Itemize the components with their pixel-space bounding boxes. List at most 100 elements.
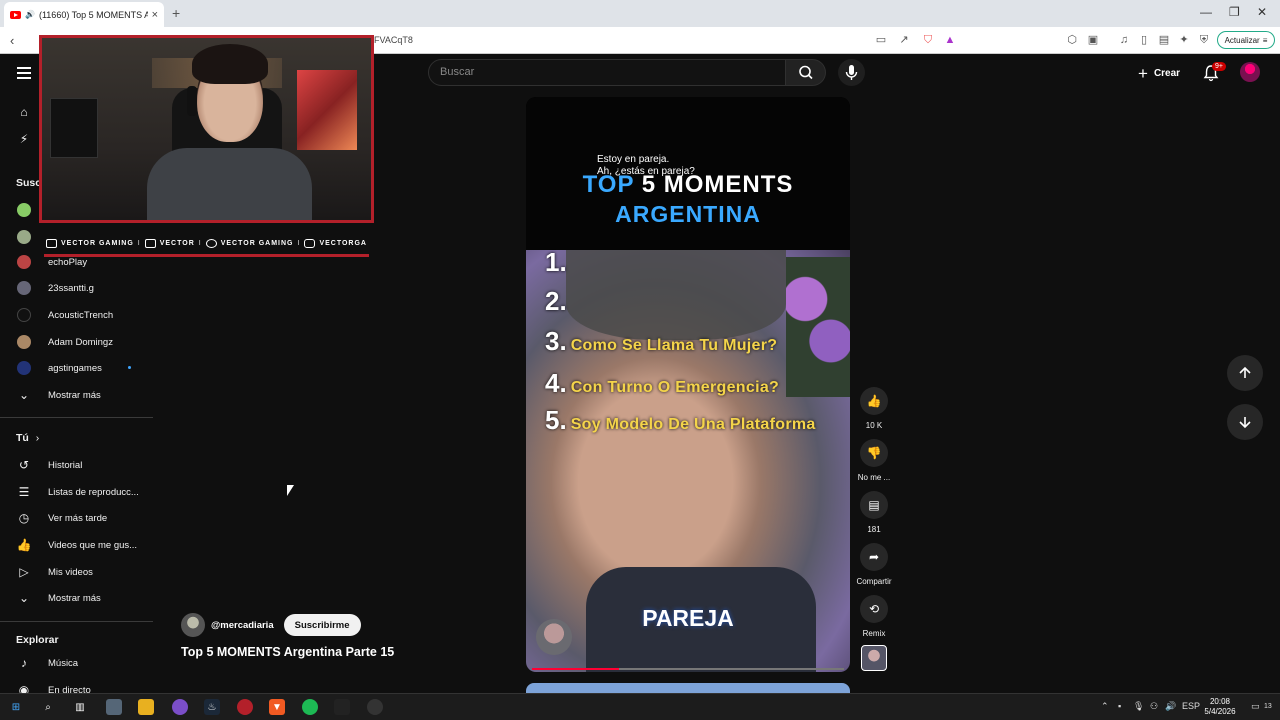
back-icon[interactable]: ‹ — [10, 33, 14, 48]
channel-handle[interactable]: @mercadiaria — [211, 620, 274, 631]
window-close-icon[interactable]: ✕ — [1257, 5, 1267, 19]
channel-avatar[interactable] — [181, 613, 205, 637]
new-tab-button[interactable]: + — [172, 5, 180, 21]
voice-search-button[interactable] — [838, 59, 865, 86]
social-label: VECTORGA — [319, 240, 367, 247]
social-label: VECTOR GAMING — [61, 240, 134, 247]
opera-icon[interactable] — [237, 699, 253, 715]
minimize-icon[interactable]: — — [1200, 5, 1212, 19]
sidebar-channel-adam-domingz[interactable]: Adam Domingz — [0, 330, 155, 354]
leo-icon[interactable]: ✦ — [1177, 33, 1191, 47]
sidebar-item-playlists[interactable]: ☰ Listas de reproducc... — [0, 480, 155, 504]
browser-tab[interactable]: 🔊 (11660) Top 5 MOMENTS Argenti... × — [4, 2, 164, 27]
install-icon[interactable]: ▭ — [874, 33, 888, 47]
url-text[interactable]: FVACqT8 — [374, 35, 413, 45]
notification-badge: 9+ — [1212, 62, 1226, 71]
rank-text: Con Turno O Emergencia? — [570, 379, 780, 396]
sidebar-item-label: Mis videos — [48, 566, 93, 578]
twitch-icon — [144, 239, 156, 248]
extensions-icon[interactable]: ⬡ — [1065, 33, 1079, 47]
arrow-down-icon — [1239, 417, 1251, 429]
shorts-video-player[interactable]: Estoy en pareja. Ah, ¿estás en pareja? T… — [526, 97, 850, 672]
sidebar-item-my-videos[interactable]: ▷ Mis videos — [0, 560, 155, 584]
you-label: Tú — [16, 432, 29, 444]
tray-mic-icon[interactable]: 🎙 — [1133, 701, 1144, 712]
thumbs-up-icon: 👍 — [16, 538, 32, 552]
browser-tab-bar: 🔊 (11660) Top 5 MOMENTS Argenti... × + —… — [0, 0, 1280, 27]
search-input[interactable]: Buscar — [428, 59, 786, 86]
taskbar-clock[interactable]: 20:08 5/4/2026 — [1200, 697, 1240, 717]
sidebar-item-history[interactable]: ↺ Historial — [0, 453, 155, 477]
comments-button[interactable]: ▤ — [860, 491, 888, 519]
share-button[interactable]: ➦ — [860, 543, 888, 571]
vpn-icon[interactable]: ⛨ — [1197, 33, 1211, 47]
steam-icon[interactable]: ♨ — [204, 699, 220, 715]
clock-icon: ◷ — [18, 511, 30, 525]
file-explorer-icon[interactable] — [138, 699, 154, 715]
tray-language[interactable]: ESP — [1182, 701, 1200, 711]
tray-icon[interactable]: ▪ — [1118, 701, 1121, 711]
media-icon[interactable]: ♫ — [1117, 33, 1131, 47]
taskbar-search-icon[interactable]: ⌕ — [40, 699, 56, 715]
sidebar-channel-23ssantti[interactable]: 23ssantti.g — [0, 276, 155, 300]
restore-icon[interactable]: ❐ — [1229, 5, 1240, 19]
chevron-down-icon: ⌄ — [18, 388, 30, 402]
tab-close-icon[interactable]: × — [152, 9, 158, 21]
windows-start-icon[interactable]: ⊞ — [8, 699, 24, 715]
plus-icon: + — [1138, 63, 1148, 83]
sidebar-show-more-you[interactable]: ⌄ Mostrar más — [0, 586, 155, 610]
you-heading[interactable]: Tú › — [16, 432, 39, 444]
sidebar-show-more-subscriptions[interactable]: ⌄ Mostrar más — [0, 383, 155, 407]
github-icon[interactable] — [367, 699, 383, 715]
search-icon — [799, 65, 813, 80]
tray-network-icon[interactable]: ⚇ — [1150, 701, 1158, 712]
channel-avatar — [17, 308, 31, 322]
task-view-icon[interactable]: ▥ — [72, 699, 88, 715]
create-label: Crear — [1153, 67, 1181, 79]
notification-center-icon[interactable]: ▭ — [1251, 701, 1260, 712]
update-button[interactable]: Actualizar ≡ — [1217, 31, 1275, 49]
tray-chevron-icon[interactable]: ⌃ — [1101, 701, 1109, 712]
speaker-icon: 🔊 — [25, 10, 35, 19]
sidebar-item-liked-videos[interactable]: 👍 Videos que me gus... — [0, 533, 155, 557]
share-page-icon[interactable]: ↗ — [897, 33, 911, 47]
account-avatar[interactable] — [1240, 62, 1260, 82]
streamer-body — [147, 148, 312, 220]
obs-icon[interactable] — [172, 699, 188, 715]
sound-source-avatar[interactable] — [861, 645, 887, 671]
clock-time: 20:08 — [1209, 697, 1231, 706]
channel-label: echoPlay — [48, 256, 88, 268]
sidebar-item-watch-later[interactable]: ◷ Ver más tarde — [0, 506, 155, 530]
app-icon[interactable] — [106, 699, 122, 715]
separator: I — [297, 240, 301, 247]
sidebar-item-music[interactable]: ♪ Música — [0, 651, 155, 675]
like-button[interactable]: 👍 — [860, 387, 888, 415]
clock-date: 5/4/2026 — [1204, 707, 1236, 716]
brave-rewards-icon[interactable]: ▲ — [943, 33, 957, 47]
create-button[interactable]: + Crear — [1138, 63, 1180, 83]
hamburger-menu-icon[interactable] — [17, 67, 31, 79]
microphone-icon — [845, 65, 858, 80]
brave-browser-icon[interactable]: ▼ — [269, 699, 285, 715]
previous-short-button[interactable] — [1227, 355, 1263, 391]
notification-count: 13 — [1264, 703, 1272, 710]
social-links-bar: VECTOR GAMING I VECTOR I VECTOR GAMING I… — [44, 233, 369, 257]
sidebar-channel-acoustictrench[interactable]: AcousticTrench — [0, 303, 155, 327]
remix-button[interactable]: ⟲ — [860, 595, 888, 623]
sidebar-toggle-icon[interactable]: ▯ — [1137, 33, 1151, 47]
video-overlay-subtitle: ARGENTINA — [615, 201, 761, 227]
brave-shield-icon[interactable]: ⛉ — [921, 33, 935, 47]
sidebar-channel-agstingames[interactable]: agstingames — [0, 356, 155, 380]
channel-avatar — [17, 361, 31, 375]
search-button[interactable] — [786, 59, 826, 86]
wallet-icon[interactable]: ▤ — [1157, 33, 1171, 47]
spotify-icon[interactable] — [302, 699, 318, 715]
next-short-button[interactable] — [1227, 404, 1263, 440]
tab-search-icon[interactable]: ▣ — [1086, 33, 1100, 47]
tray-volume-icon[interactable]: 🔊 — [1165, 701, 1176, 712]
subscribe-button[interactable]: Suscribirme — [283, 614, 361, 636]
dislike-button[interactable]: 👎 — [860, 439, 888, 467]
video-progress-bar[interactable] — [532, 668, 844, 670]
arrow-up-icon — [1239, 366, 1251, 378]
app-icon[interactable] — [334, 699, 350, 715]
